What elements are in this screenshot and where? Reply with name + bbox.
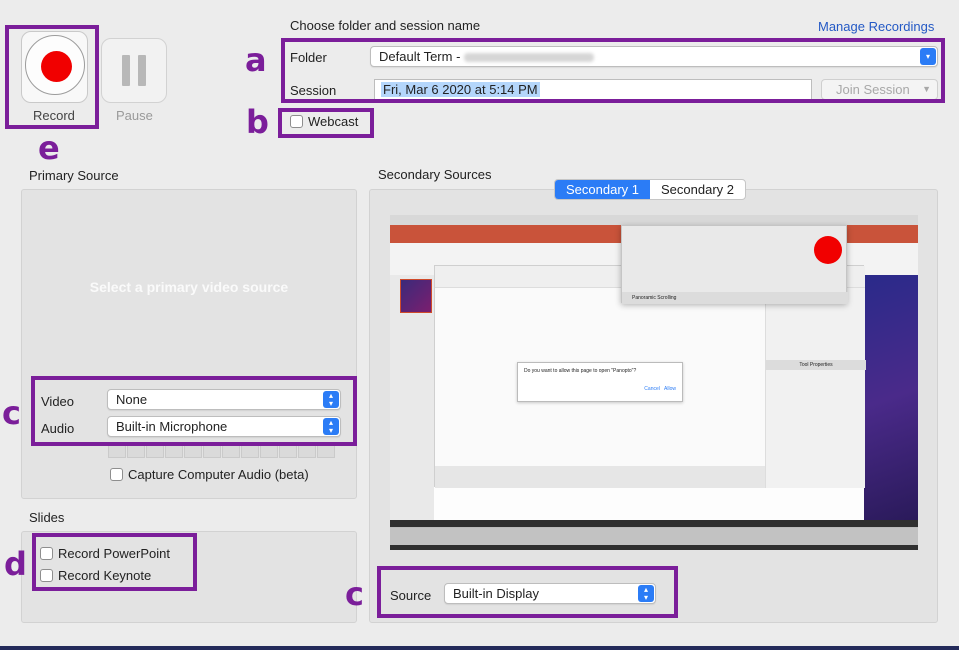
level-segment bbox=[260, 444, 278, 458]
level-segment bbox=[203, 444, 221, 458]
level-segment bbox=[127, 444, 145, 458]
capture-audio-label: Capture Computer Audio (beta) bbox=[128, 467, 309, 482]
annotation-box-c-primary bbox=[31, 376, 357, 446]
preview-menubar bbox=[390, 215, 918, 225]
annotation-box-e bbox=[5, 25, 99, 129]
slides-title: Slides bbox=[29, 510, 65, 525]
manage-recordings-link[interactable]: Manage Recordings bbox=[818, 19, 934, 34]
preview-snagit-tray bbox=[435, 466, 765, 488]
capture-audio-checkbox[interactable]: Capture Computer Audio (beta) bbox=[110, 467, 309, 482]
preview-capture-button-icon bbox=[814, 236, 842, 264]
annotation-box-c-secondary bbox=[377, 566, 678, 618]
preview-panoramic-label: Panoramic Scrolling bbox=[622, 292, 848, 304]
preview-desktop bbox=[864, 275, 918, 520]
level-segment bbox=[298, 444, 316, 458]
preview-tool-panel-title: Tool Properties bbox=[766, 360, 866, 370]
callout-a: a bbox=[245, 41, 267, 79]
preview-tool-panel: Tool Properties bbox=[765, 288, 866, 488]
annotation-box-d bbox=[32, 533, 197, 591]
choose-folder-heading: Choose folder and session name bbox=[290, 18, 481, 33]
preview-capture-popup: Panoramic Scrolling bbox=[621, 225, 848, 304]
preview-allow-dialog: Do you want to allow this page to open "… bbox=[517, 362, 683, 402]
level-segment bbox=[108, 444, 126, 458]
primary-source-placeholder: Select a primary video source bbox=[89, 279, 289, 295]
callout-c-primary: c bbox=[2, 394, 21, 432]
level-segment bbox=[184, 444, 202, 458]
level-segment bbox=[279, 444, 297, 458]
preview-dialog-allow: Allow bbox=[664, 386, 676, 392]
pause-label: Pause bbox=[116, 108, 153, 123]
audio-level-meter bbox=[108, 444, 335, 458]
pause-icon-bar bbox=[138, 55, 146, 86]
secondary-preview: Do you want to allow this page to open "… bbox=[390, 215, 918, 550]
secondary-sources-title: Secondary Sources bbox=[378, 167, 492, 182]
annotation-box-b bbox=[278, 108, 374, 138]
tab-secondary-2[interactable]: Secondary 2 bbox=[650, 180, 745, 199]
level-segment bbox=[222, 444, 240, 458]
level-segment bbox=[146, 444, 164, 458]
primary-source-title: Primary Source bbox=[29, 168, 119, 183]
callout-c-secondary: c bbox=[345, 575, 364, 613]
preview-dialog-text: Do you want to allow this page to open "… bbox=[524, 368, 637, 374]
preview-slide-strip bbox=[390, 275, 434, 520]
callout-b: b bbox=[246, 103, 269, 141]
window-bottom-edge bbox=[0, 646, 959, 650]
callout-e: e bbox=[38, 129, 60, 167]
preview-dialog-buttons: Cancel Allow bbox=[524, 386, 676, 392]
pause-icon bbox=[122, 55, 130, 86]
annotation-box-a bbox=[281, 38, 945, 103]
pause-button[interactable] bbox=[101, 38, 167, 103]
tab-secondary-1[interactable]: Secondary 1 bbox=[555, 180, 650, 199]
preview-dialog-cancel: Cancel bbox=[644, 386, 660, 392]
level-segment bbox=[317, 444, 335, 458]
preview-dock bbox=[390, 527, 918, 545]
capture-audio-check-box[interactable] bbox=[110, 468, 123, 481]
callout-d: d bbox=[4, 545, 27, 583]
level-segment bbox=[165, 444, 183, 458]
preview-slide-thumb bbox=[400, 279, 432, 313]
secondary-tabs: Secondary 1 Secondary 2 bbox=[554, 179, 746, 200]
level-segment bbox=[241, 444, 259, 458]
